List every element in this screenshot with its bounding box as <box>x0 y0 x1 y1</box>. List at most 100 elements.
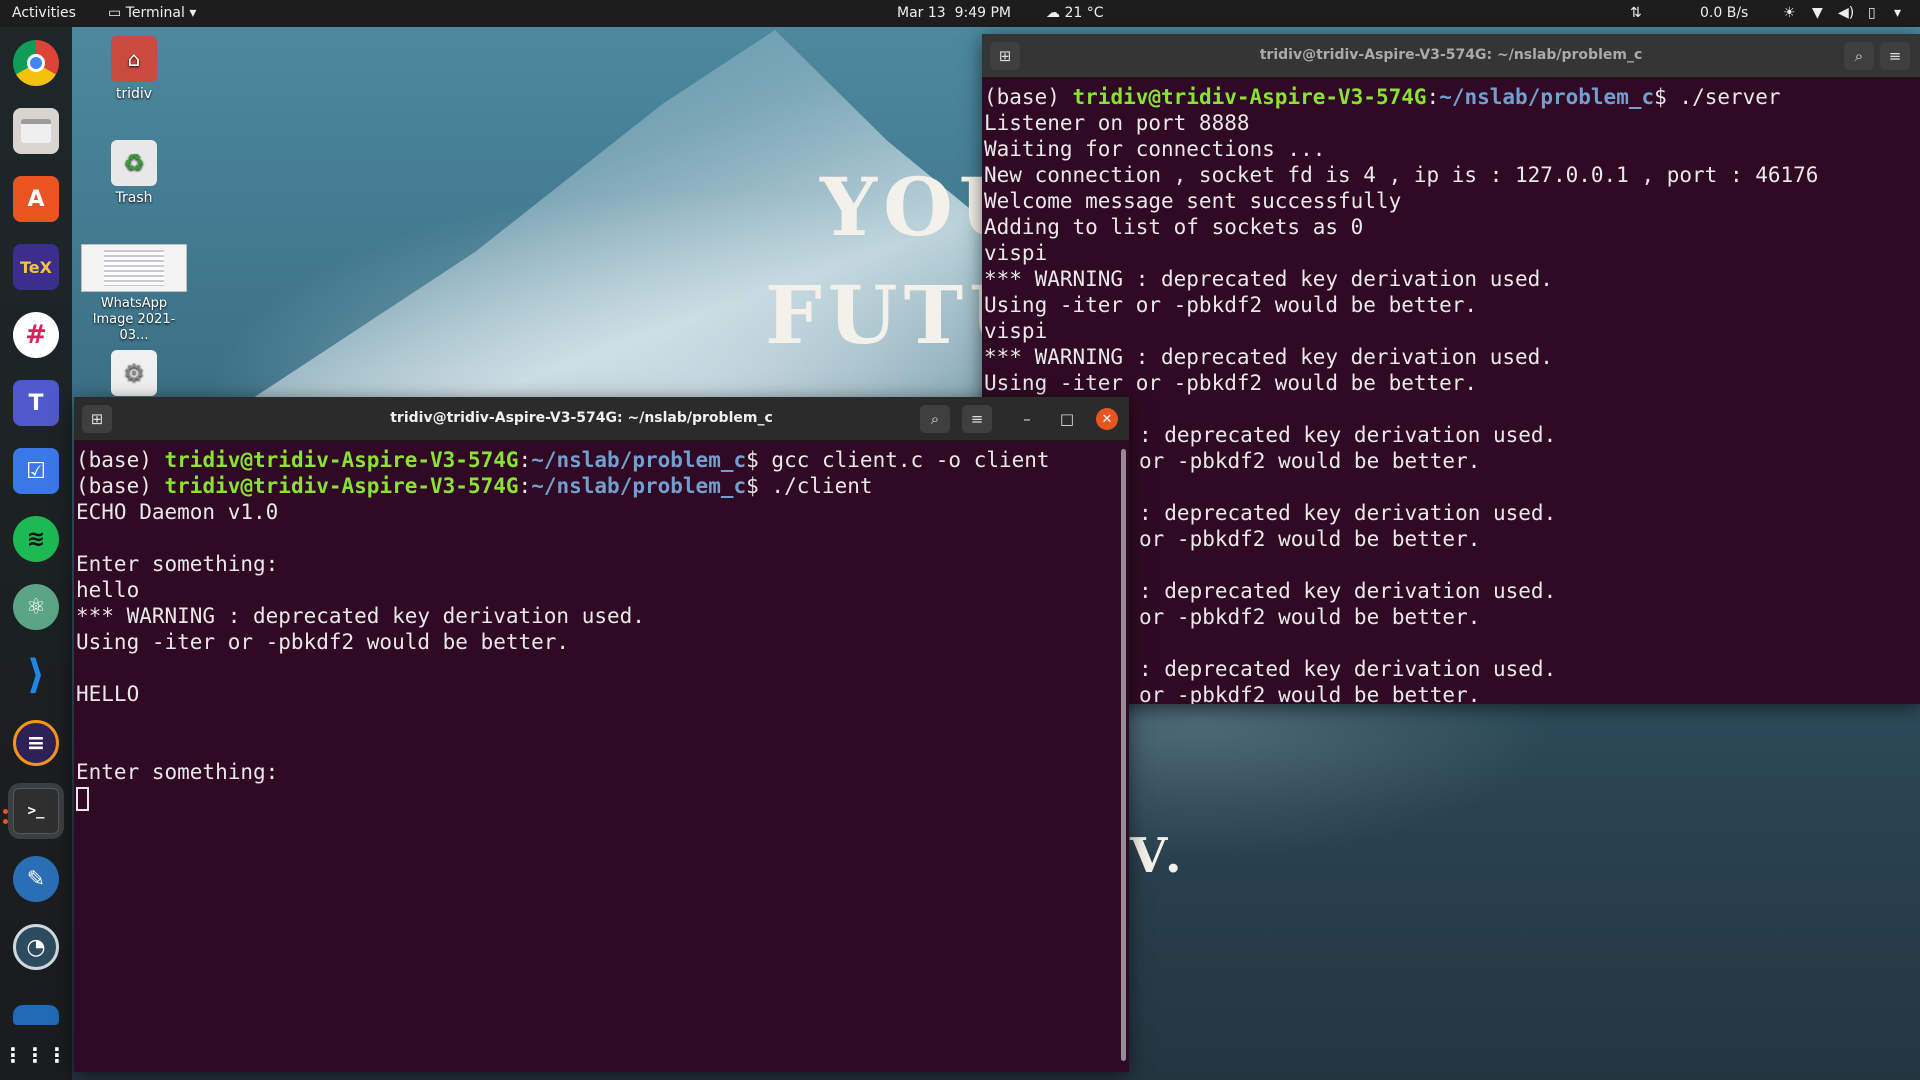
dock-vscode[interactable]: ⟩ <box>8 647 64 703</box>
prompt-user: tridiv@tridiv-Aspire-V3-574G <box>1072 85 1427 109</box>
client-window-title: tridiv@tridiv-Aspire-V3-574G: ~/nslab/pr… <box>390 410 773 426</box>
dock-spotify[interactable]: ≋ <box>8 511 64 567</box>
client-prompt-line: (base) tridiv@tridiv-Aspire-V3-574G:~/ns… <box>76 473 1129 499</box>
show-applications-button[interactable]: ⋮⋮⋮ <box>3 1027 69 1080</box>
dock-atom[interactable]: ⚛ <box>8 579 64 635</box>
dock-software[interactable]: A <box>8 171 64 227</box>
search-button[interactable]: ⌕ <box>1844 42 1874 70</box>
tasks-icon: ☑ <box>13 448 59 494</box>
weather-indicator[interactable]: ☁ 21 °C <box>1046 5 1104 21</box>
prompt-dollar: $ <box>1654 85 1680 109</box>
minimize-button[interactable]: – <box>1012 405 1042 433</box>
terminal-icon: >_ <box>13 788 59 834</box>
prompt-base: (base) <box>76 448 165 472</box>
client-command-gcc: gcc client.c -o client <box>771 448 1050 472</box>
vscode-icon: ⟩ <box>26 652 46 698</box>
volume-icon[interactable]: ◀) <box>1838 5 1854 21</box>
terminal-small-icon: ▭ <box>108 5 122 21</box>
app-menu[interactable]: ▭ Terminal ▾ <box>108 5 196 21</box>
terminal-line: Listener on port 8888 <box>984 111 1250 135</box>
software-center-icon: A <box>13 176 59 222</box>
dock-chrome[interactable] <box>8 35 64 91</box>
wifi-icon[interactable]: ▼ <box>1812 5 1823 21</box>
chrome-icon <box>13 40 59 86</box>
desktop-icon-home[interactable]: ⌂ tridiv <box>79 36 189 102</box>
cursor-line <box>76 785 1129 811</box>
dock-texstudio[interactable]: TeX <box>8 239 64 295</box>
prompt-base: (base) <box>76 474 165 498</box>
client-terminal-output[interactable]: (base) tridiv@tridiv-Aspire-V3-574G:~/ns… <box>76 441 1129 1072</box>
clock-date: Mar 13 <box>897 5 946 21</box>
prompt-path: ~/nslab/problem_c <box>531 448 747 472</box>
client-titlebar[interactable]: ⊞ tridiv@tridiv-Aspire-V3-574G: ~/nslab/… <box>74 397 1129 441</box>
trash-icon: ♻ <box>111 140 157 186</box>
atom-icon: ⚛ <box>13 584 59 630</box>
desktop-icon-trash[interactable]: ♻ Trash <box>79 140 189 206</box>
dock-files[interactable] <box>8 103 64 159</box>
prompt-user: tridiv@tridiv-Aspire-V3-574G <box>164 448 519 472</box>
network-arrows-icon[interactable]: ⇅ <box>1630 5 1642 21</box>
gear-icon: ⚙ <box>111 350 157 396</box>
clock-time: 9:49 PM <box>954 5 1012 21</box>
menu-button[interactable]: ≡ <box>962 405 992 433</box>
search-button[interactable]: ⌕ <box>920 405 950 433</box>
client-command-run: ./client <box>771 474 873 498</box>
server-titlebar[interactable]: ⊞ tridiv@tridiv-Aspire-V3-574G: ~/nslab/… <box>982 34 1920 78</box>
terminal-line: hello <box>76 578 140 602</box>
prompt-sep: : <box>518 474 532 498</box>
server-window-title: tridiv@tridiv-Aspire-V3-574G: ~/nslab/pr… <box>1259 47 1643 63</box>
clock[interactable]: Mar 13 9:49 PM <box>897 5 1011 21</box>
terminal-line: *** WARNING : deprecated key derivation … <box>76 604 645 628</box>
dock-terminal[interactable]: >_ <box>8 783 64 839</box>
prompt-dollar: $ <box>746 474 772 498</box>
activities-button[interactable]: Activities <box>12 5 76 21</box>
wallpaper-text-v: V. <box>1130 828 1188 884</box>
terminal-line: Enter something: <box>76 552 279 576</box>
dock-tasks[interactable]: ☑ <box>8 443 64 499</box>
image-thumbnail-icon <box>81 244 187 292</box>
spotify-icon: ≋ <box>13 516 59 562</box>
maximize-button[interactable]: □ <box>1052 405 1082 433</box>
search-icon: ⌕ <box>1854 47 1864 65</box>
terminal-line: ECHO Daemon v1.0 <box>76 500 279 524</box>
prompt-path: ~/nslab/problem_c <box>531 474 747 498</box>
teams-icon: T <box>13 380 59 426</box>
terminal-line: New connection , socket fd is 4 , ip is … <box>984 163 1819 187</box>
system-menu-chevron-icon[interactable]: ▾ <box>1894 5 1901 21</box>
text-cursor[interactable] <box>76 787 89 811</box>
top-bar: Activities ▭ Terminal ▾ Mar 13 9:49 PM ☁… <box>0 0 1920 27</box>
terminal-line: Enter something: <box>76 760 279 784</box>
dock-gimp[interactable]: ✎ <box>8 851 64 907</box>
dock-stacer[interactable]: ◔ <box>8 919 64 975</box>
menu-button[interactable]: ≡ <box>1880 42 1910 70</box>
client-terminal-window[interactable]: ⊞ tridiv@tridiv-Aspire-V3-574G: ~/nslab/… <box>74 397 1129 1072</box>
dock-slack[interactable]: # <box>8 307 64 363</box>
desktop-icon-label: WhatsApp Image 2021-03... <box>92 296 176 343</box>
scrollbar[interactable] <box>1121 449 1126 1061</box>
dock-eclipse[interactable]: ≡ <box>8 715 64 771</box>
stacer-icon: ◔ <box>13 924 59 970</box>
home-folder-icon: ⌂ <box>111 36 157 82</box>
eclipse-icon: ≡ <box>13 720 59 766</box>
close-button[interactable]: ✕ <box>1096 408 1118 430</box>
hamburger-menu-icon: ≡ <box>1888 47 1902 65</box>
terminal-line: HELLO <box>76 682 140 706</box>
drive-icon <box>13 1005 59 1025</box>
net-speed[interactable]: 0.0 B/s <box>1700 5 1748 21</box>
desktop-icon-settings[interactable]: ⚙ <box>79 350 189 400</box>
server-command: ./server <box>1679 85 1781 109</box>
desktop-icon-whatsapp-image[interactable]: WhatsApp Image 2021-03... <box>79 244 189 344</box>
terminal-line: vispi <box>984 241 1048 265</box>
battery-icon[interactable]: ▯ <box>1868 5 1876 21</box>
prompt-sep: : <box>1426 85 1440 109</box>
terminal-line: vispi <box>984 319 1048 343</box>
app-menu-label: Terminal <box>125 5 185 21</box>
grid-icon: ⋮⋮⋮ <box>3 1043 69 1067</box>
maximize-icon: □ <box>1059 410 1075 428</box>
brightness-icon[interactable]: ☀ <box>1783 5 1796 21</box>
dock: A TeX # T ☑ ≋ ⚛ ⟩ ≡ >_ ✎ ◔ ⋮⋮⋮ <box>0 27 72 1080</box>
terminal-line: Using -iter or -pbkdf2 would be better. <box>984 293 1478 317</box>
hamburger-menu-icon: ≡ <box>970 410 984 428</box>
